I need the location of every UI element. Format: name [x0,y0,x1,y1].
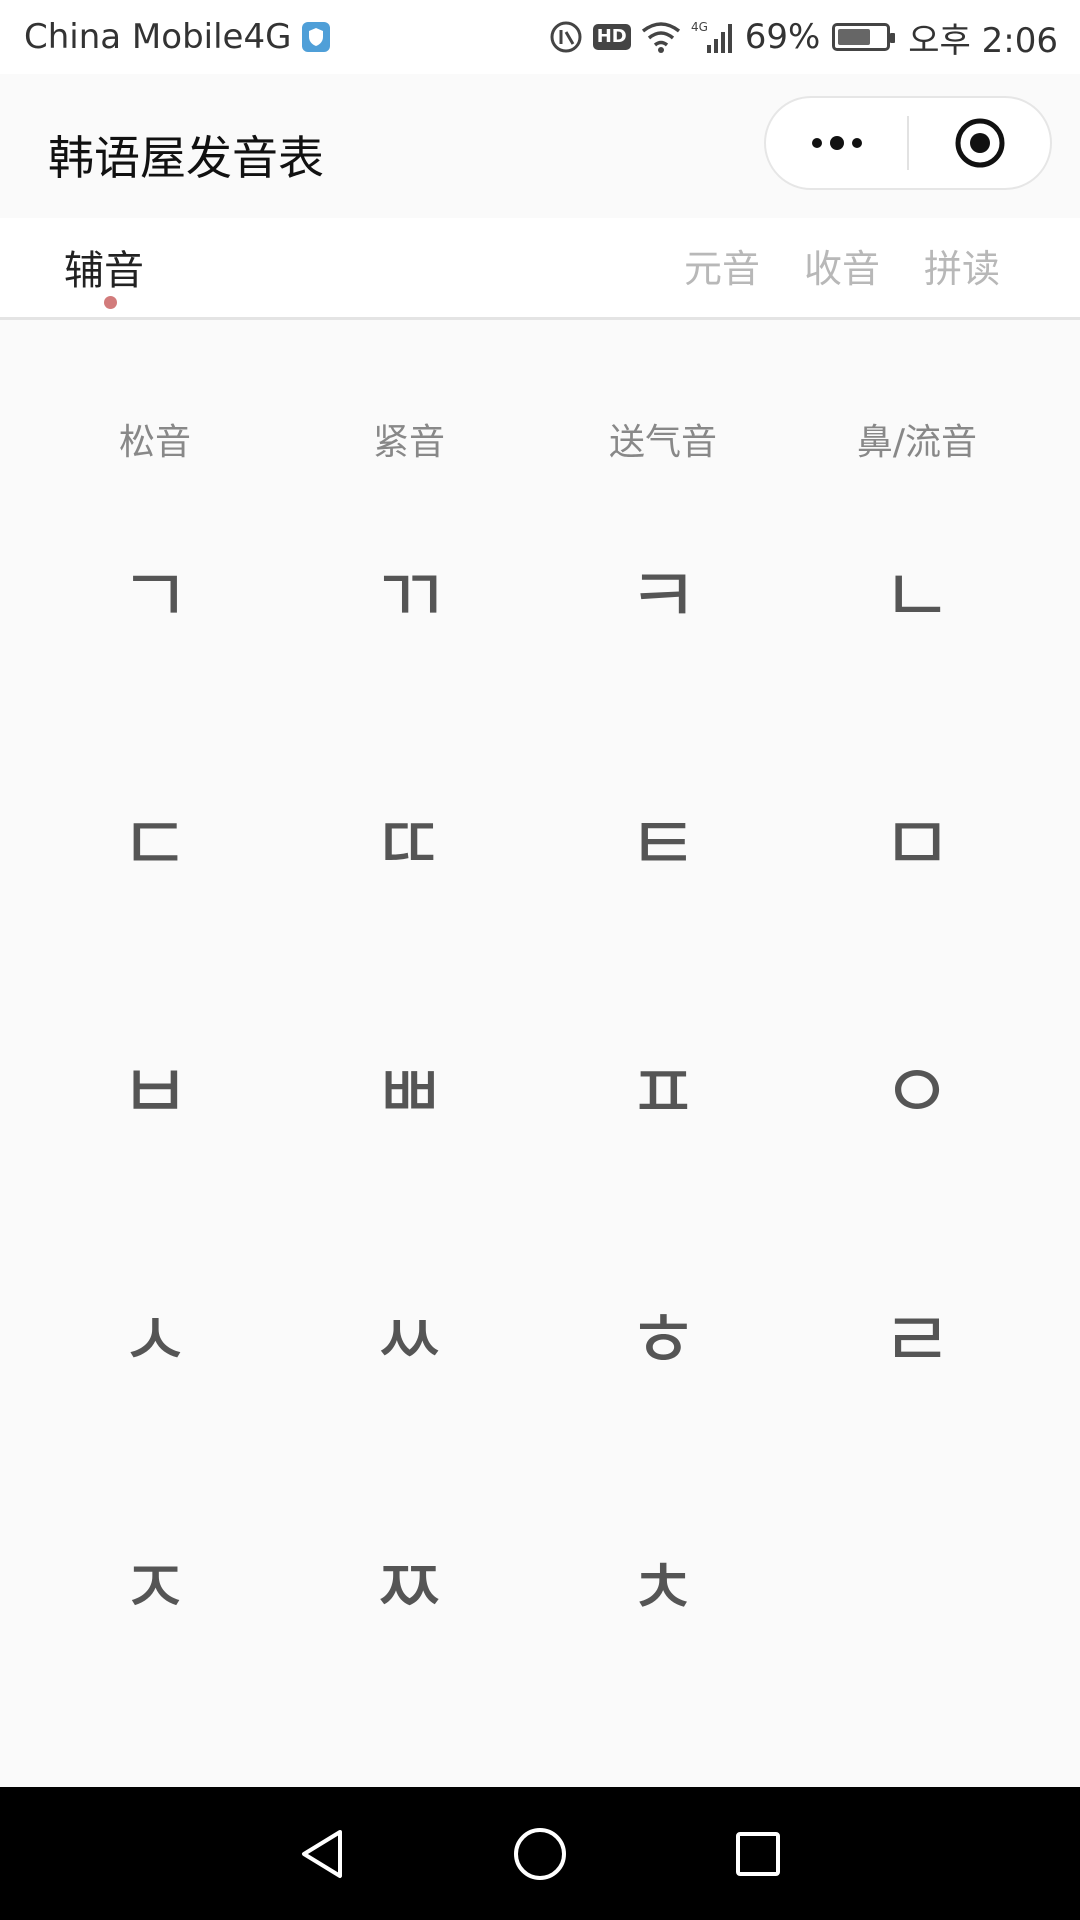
tab-vowels[interactable]: 元音 [684,238,760,293]
letter-cell[interactable]: ㅂ [28,1043,282,1143]
close-button[interactable] [909,98,1050,188]
status-bar: China Mobile4G HD 4G 69% 오후 2:06 [0,0,1080,74]
column-header-lax: 松音 [118,422,191,463]
battery-level-fill [838,29,871,45]
screen: China Mobile4G HD 4G 69% 오후 2:06 韩语屋发音表 … [0,0,1080,1920]
status-left: China Mobile4G [24,17,331,57]
shield-icon [302,22,331,52]
letter-cell[interactable]: ㄷ [28,795,282,895]
network-type-label: 4G [691,20,708,34]
recent-square-icon [736,1831,780,1876]
column-header-tense: 紧音 [372,422,445,463]
wifi-icon [641,21,681,53]
system-nav-bar [0,1787,1080,1920]
cellular-signal-icon: 4G [691,19,735,55]
letter-cell[interactable]: ㅉ [282,1539,536,1639]
tab-consonants[interactable]: 辅音 [64,238,144,296]
letter-cell[interactable]: ㄹ [790,1291,1044,1391]
mini-program-capsule [764,96,1052,190]
active-tab-indicator [104,296,117,309]
target-circle-icon [955,118,1004,168]
recent-apps-button[interactable] [726,1822,790,1886]
letter-cell[interactable]: ㅈ [28,1539,282,1639]
letter-cell[interactable]: ㅇ [790,1043,1044,1143]
tab-bar: 辅音 元音 收音 拼读 [0,218,1080,320]
column-header-nasal-liquid: 鼻/流音 [856,422,978,463]
letter-cell[interactable]: ㄸ [282,795,536,895]
more-dots-icon [811,136,862,150]
tab-spelling[interactable]: 拼读 [924,238,1000,293]
letter-cell[interactable]: ㅍ [536,1043,790,1143]
letter-cell[interactable]: ㄱ [28,547,282,647]
home-circle-icon [514,1827,566,1880]
letter-cell[interactable]: ㅁ [790,795,1044,895]
status-right: HD 4G 69% 오후 2:06 [549,13,1058,62]
tab-final-consonants[interactable]: 收音 [804,238,880,293]
letter-cell[interactable]: ㅅ [28,1291,282,1391]
more-button[interactable] [766,98,907,188]
back-button[interactable] [290,1822,354,1886]
letter-cell[interactable]: ㄲ [282,547,536,647]
clock-time: 오후 2:06 [908,20,1058,61]
letter-cell[interactable]: ㅎ [536,1291,790,1391]
consonant-table: 松音 紧音 送气音 鼻/流音 ㄱ ㄲ ㅋ ㄴ ㄷ ㄸ ㅌ ㅁ ㅂ ㅃ ㅍ ㅇ ㅅ… [0,321,1080,1787]
letter-cell[interactable]: ㅋ [536,547,790,647]
hd-badge: HD [592,24,631,50]
letter-cell[interactable]: ㅃ [282,1043,536,1143]
battery-percent: 69% [744,17,821,57]
page-title: 韩语屋发音表 [48,131,324,185]
letter-cell[interactable]: ㅌ [536,795,790,895]
column-header-aspirated: 送气音 [608,422,717,463]
letter-cell[interactable]: ㅆ [282,1291,536,1391]
battery-icon [832,23,896,51]
back-triangle-icon [302,1829,342,1878]
carrier-label: China Mobile4G [24,17,292,57]
volte-icon [549,20,583,54]
home-button[interactable] [508,1822,572,1886]
app-header: 韩语屋发音表 [0,74,1080,218]
letter-cell[interactable]: ㅊ [536,1539,790,1639]
letter-cell[interactable]: ㄴ [790,547,1044,647]
